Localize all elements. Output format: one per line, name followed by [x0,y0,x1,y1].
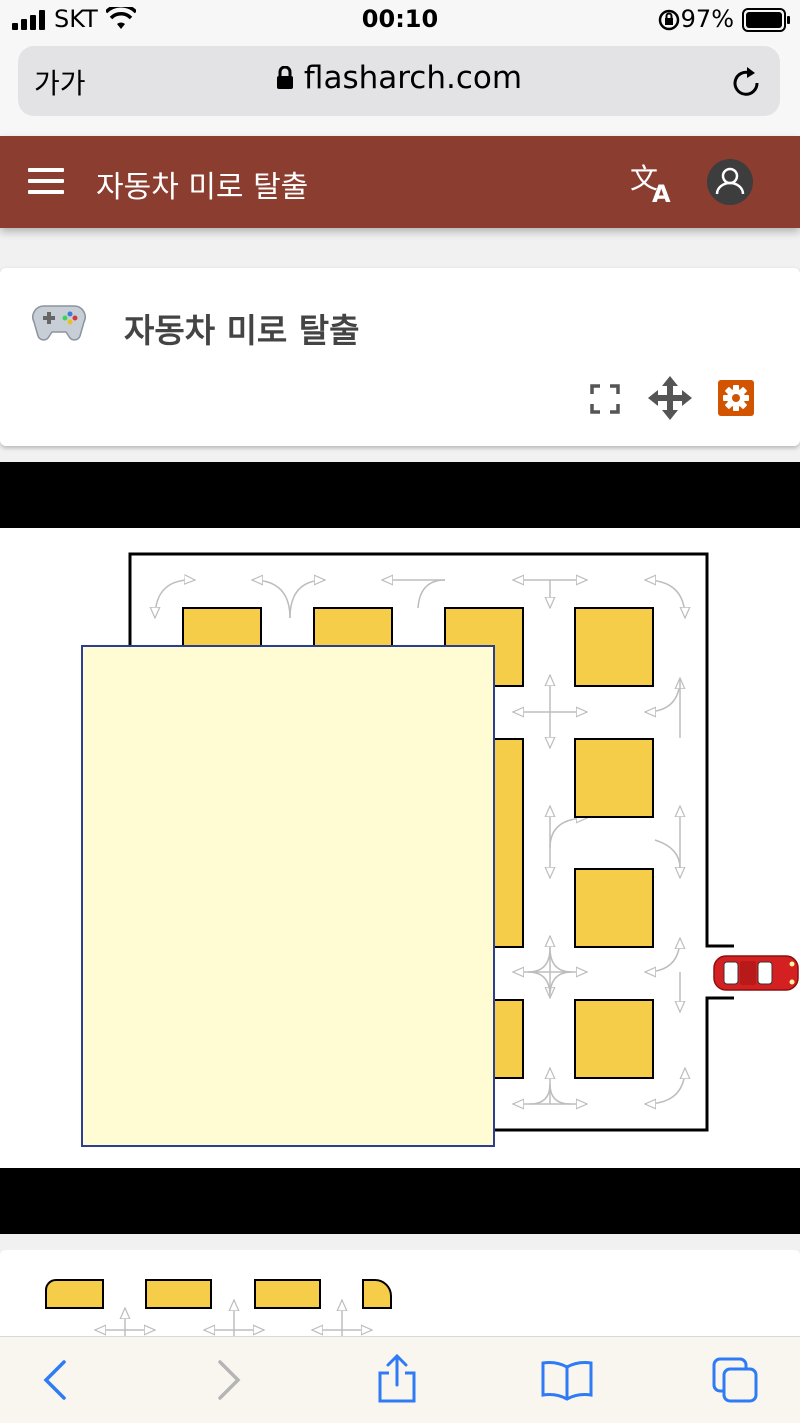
tabs-icon[interactable] [712,1357,760,1403]
reload-icon[interactable] [730,66,764,100]
battery-icon [742,8,790,32]
back-icon[interactable] [40,1359,70,1401]
letterbox-top [0,462,800,528]
menu-icon[interactable] [28,168,64,196]
maze-block [574,607,654,687]
settings-icon[interactable] [718,380,754,416]
status-bar: SKT 00:10 97% [0,0,800,40]
letterbox-bottom [0,1168,800,1234]
red-car [713,955,799,991]
url-text[interactable]: flasharch.com [18,60,780,96]
maze-block [574,868,654,948]
rotation-lock-icon [658,9,680,31]
header-title: 자동차 미로 탈출 [96,170,309,205]
account-icon[interactable] [706,158,754,206]
lock-icon [276,65,293,89]
maze-block [574,999,654,1079]
url-label: flasharch.com [303,60,523,96]
svg-text:A: A [652,180,671,204]
maze-overlay [81,645,495,1147]
maze-block [574,738,654,818]
move-icon[interactable] [648,376,692,420]
browser-bar: 가가 flasharch.com [0,40,800,136]
bookmarks-icon[interactable] [540,1359,594,1401]
address-bar[interactable]: 가가 flasharch.com [18,46,780,116]
app-header: 자동차 미로 탈출 文 A [0,136,800,228]
forward-icon[interactable] [214,1359,244,1401]
game-card: 자동차 미로 탈출 [0,268,800,446]
maze-board[interactable] [0,528,800,1168]
preview-board [45,1279,392,1340]
gamepad-icon [32,305,86,341]
translate-icon[interactable]: 文 A [630,162,676,204]
fullscreen-icon[interactable] [590,384,620,414]
share-icon[interactable] [376,1353,418,1405]
battery-percent: 97% [680,5,734,33]
browser-toolbar [0,1336,800,1423]
game-canvas[interactable] [0,528,800,1168]
game-title: 자동차 미로 탈출 [124,311,360,350]
